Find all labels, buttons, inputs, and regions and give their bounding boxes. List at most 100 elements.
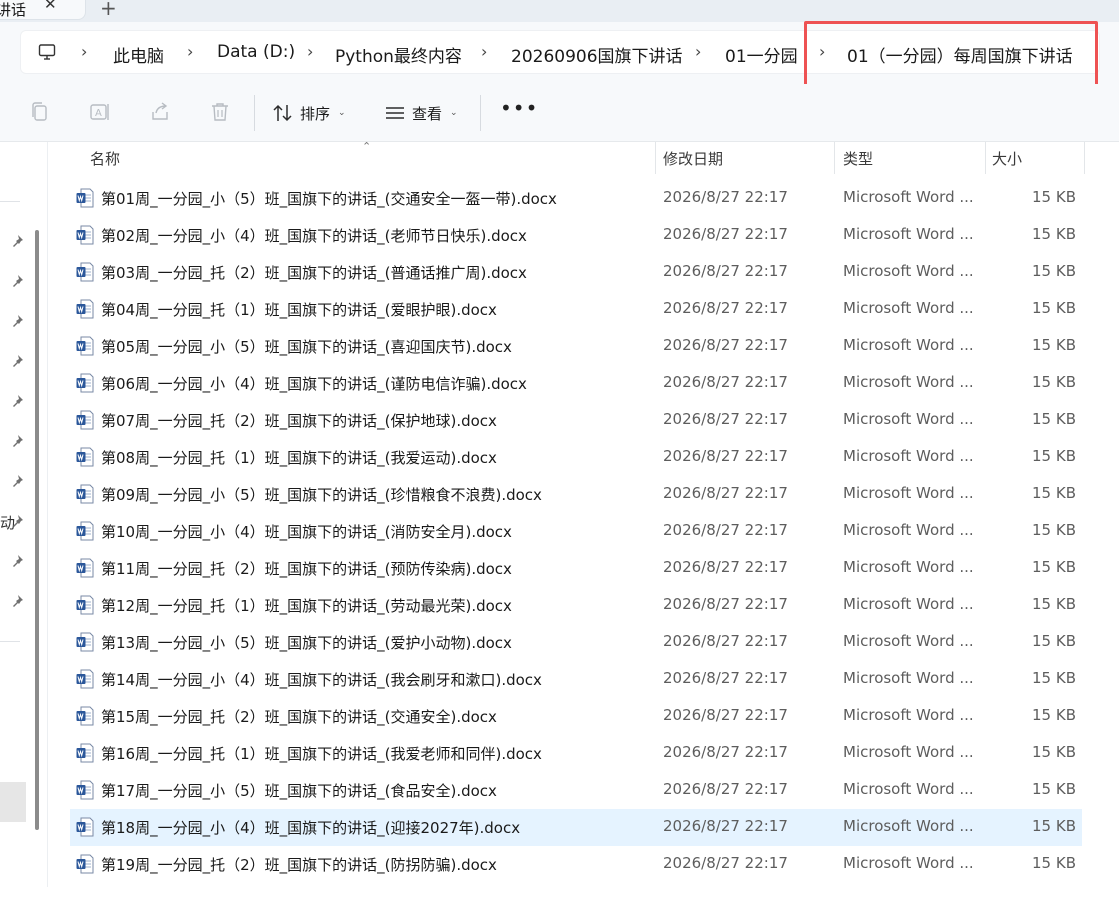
file-size: 15 KB [1032, 299, 1076, 317]
breadcrumb-separator[interactable]: › [307, 42, 313, 61]
word-doc-icon [76, 780, 94, 800]
pin-icon[interactable] [10, 234, 24, 248]
file-name: 第12周_一分园_托（1）班_国旗下的讲话_(劳动最光荣).docx [101, 597, 512, 615]
file-size: 15 KB [1032, 669, 1076, 687]
file-size: 15 KB [1032, 484, 1076, 502]
file-row[interactable]: 第06周_一分园_小（4）班_国旗下的讲话_(谨防电信诈骗).docx 2026/… [70, 365, 1082, 402]
breadcrumb-data-drive[interactable]: Data (D:) [217, 42, 295, 62]
command-bar: A 排序 ⌄ 查看 ⌄ ••• [0, 84, 1119, 142]
breadcrumb-current-folder[interactable]: 01（一分园）每周国旗下讲话 [847, 42, 1073, 67]
file-row[interactable]: 第11周_一分园_托（2）班_国旗下的讲话_(预防传染病).docx 2026/8… [70, 550, 1082, 587]
file-name: 第09周_一分园_小（5）班_国旗下的讲话_(珍惜粮食不浪费).docx [101, 486, 542, 504]
more-options-button[interactable]: ••• [500, 96, 538, 120]
column-divider[interactable] [985, 142, 986, 174]
file-row[interactable]: 第16周_一分园_托（1）班_国旗下的讲话_(我爱老师和同伴).docx 2026… [70, 735, 1082, 772]
breadcrumb-python-folder[interactable]: Python最终内容 [335, 42, 462, 67]
column-divider[interactable] [655, 142, 656, 174]
file-type: Microsoft Word ... [843, 484, 974, 502]
file-row[interactable]: 第05周_一分园_小（5）班_国旗下的讲话_(喜迎国庆节).docx 2026/8… [70, 328, 1082, 365]
sort-indicator-icon: ⌃ [362, 140, 372, 153]
column-header-date[interactable]: 修改日期 [663, 148, 723, 169]
word-doc-icon [76, 410, 94, 430]
rename-icon[interactable]: A [89, 101, 111, 123]
file-type: Microsoft Word ... [843, 595, 974, 613]
file-date: 2026/8/27 22:17 [663, 373, 788, 391]
word-doc-icon [76, 595, 94, 615]
file-date: 2026/8/27 22:17 [663, 632, 788, 650]
sort-button[interactable]: 排序 ⌄ [272, 98, 346, 128]
column-header-size[interactable]: 大小 [992, 148, 1022, 169]
delete-icon[interactable] [209, 101, 231, 123]
breadcrumb-separator[interactable]: › [819, 42, 825, 61]
column-header-name[interactable]: 名称 [90, 148, 120, 169]
file-date: 2026/8/27 22:17 [663, 262, 788, 280]
file-row[interactable]: 第14周_一分园_小（4）班_国旗下的讲话_(我会刷牙和漱口).docx 2026… [70, 661, 1082, 698]
file-row[interactable]: 第09周_一分园_小（5）班_国旗下的讲话_(珍惜粮食不浪费).docx 2026… [70, 476, 1082, 513]
breadcrumb-speech-folder[interactable]: 20260906国旗下讲话 [511, 42, 683, 67]
file-date: 2026/8/27 22:17 [663, 706, 788, 724]
share-icon[interactable] [149, 101, 171, 123]
nav-selected-item[interactable] [0, 782, 26, 822]
pin-icon[interactable] [10, 354, 24, 368]
file-row[interactable]: 第18周_一分园_小（4）班_国旗下的讲话_(迎接2027年).docx 2026… [70, 809, 1082, 846]
file-size: 15 KB [1032, 188, 1076, 206]
file-type: Microsoft Word ... [843, 854, 974, 872]
file-row[interactable]: 第12周_一分园_托（1）班_国旗下的讲话_(劳动最光荣).docx 2026/8… [70, 587, 1082, 624]
pin-icon[interactable] [10, 514, 24, 528]
file-row[interactable]: 第08周_一分园_托（1）班_国旗下的讲话_(我爱运动).docx 2026/8/… [70, 439, 1082, 476]
file-row[interactable]: 第01周_一分园_小（5）班_国旗下的讲话_(交通安全一盔一带).docx 202… [70, 180, 1082, 217]
column-header-type[interactable]: 类型 [843, 148, 873, 169]
file-row[interactable]: 第17周_一分园_小（5）班_国旗下的讲话_(食品安全).docx 2026/8/… [70, 772, 1082, 809]
svg-text:A: A [95, 108, 102, 119]
file-date: 2026/8/27 22:17 [663, 299, 788, 317]
pin-icon[interactable] [10, 314, 24, 328]
breadcrumb-separator[interactable]: › [695, 42, 701, 61]
file-size: 15 KB [1032, 595, 1076, 613]
word-doc-icon [76, 669, 94, 689]
file-type: Microsoft Word ... [843, 558, 974, 576]
file-date: 2026/8/27 22:17 [663, 854, 788, 872]
breadcrumb-separator[interactable]: › [481, 42, 487, 61]
file-row[interactable]: 第13周_一分园_小（5）班_国旗下的讲话_(爱护小动物).docx 2026/8… [70, 624, 1082, 661]
file-type: Microsoft Word ... [843, 299, 974, 317]
sort-icon [273, 104, 292, 122]
pin-icon[interactable] [10, 394, 24, 408]
file-row[interactable]: 第02周_一分园_小（4）班_国旗下的讲话_(老师节日快乐).docx 2026/… [70, 217, 1082, 254]
pin-icon[interactable] [10, 474, 24, 488]
file-row[interactable]: 第15周_一分园_托（2）班_国旗下的讲话_(交通安全).docx 2026/8/… [70, 698, 1082, 735]
file-date: 2026/8/27 22:17 [663, 447, 788, 465]
column-divider[interactable] [834, 142, 835, 174]
file-row[interactable]: 第04周_一分园_托（1）班_国旗下的讲话_(爱眼护眼).docx 2026/8/… [70, 291, 1082, 328]
address-bar[interactable]: › 此电脑 › Data (D:) › Python最终内容 › 2026090… [20, 30, 1100, 74]
word-doc-icon [76, 558, 94, 578]
file-row[interactable]: 第19周_一分园_托（2）班_国旗下的讲话_(防拐防骗).docx 2026/8/… [70, 846, 1082, 883]
copy-icon[interactable] [29, 101, 51, 123]
pin-icon[interactable] [10, 594, 24, 608]
view-icon [386, 107, 404, 119]
word-doc-icon [76, 447, 94, 467]
pin-icon[interactable] [10, 554, 24, 568]
column-divider[interactable] [1084, 142, 1085, 174]
breadcrumb-branch-folder[interactable]: 01一分园 [725, 42, 798, 67]
view-button[interactable]: 查看 ⌄ [384, 98, 458, 128]
file-name: 第15周_一分园_托（2）班_国旗下的讲话_(交通安全).docx [101, 708, 497, 726]
new-tab-icon[interactable]: + [100, 0, 117, 20]
file-row[interactable]: 第03周_一分园_托（2）班_国旗下的讲话_(普通话推广周).docx 2026/… [70, 254, 1082, 291]
word-doc-icon [76, 225, 94, 245]
file-row[interactable]: 第10周_一分园_小（4）班_国旗下的讲话_(消防安全月).docx 2026/8… [70, 513, 1082, 550]
file-date: 2026/8/27 22:17 [663, 410, 788, 428]
file-row[interactable]: 第07周_一分园_托（2）班_国旗下的讲话_(保护地球).docx 2026/8/… [70, 402, 1082, 439]
file-size: 15 KB [1032, 743, 1076, 761]
pin-icon[interactable] [10, 274, 24, 288]
breadcrumb-this-pc[interactable]: 此电脑 [113, 42, 164, 67]
pin-icon[interactable] [10, 434, 24, 448]
word-doc-icon [76, 262, 94, 282]
close-tab-icon[interactable]: ✕ [44, 0, 57, 13]
file-type: Microsoft Word ... [843, 373, 974, 391]
breadcrumb-separator[interactable]: › [81, 42, 87, 61]
word-doc-icon [76, 632, 94, 652]
word-doc-icon [76, 743, 94, 763]
breadcrumb-separator[interactable]: › [187, 42, 193, 61]
nav-scrollbar[interactable] [35, 230, 39, 830]
tab-current[interactable]: 讲话 ✕ [0, 0, 86, 20]
